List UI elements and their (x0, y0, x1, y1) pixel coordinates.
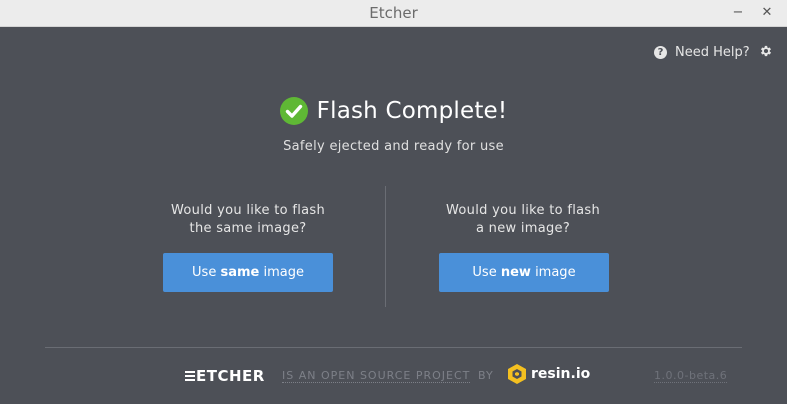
minimize-icon: − (732, 5, 744, 20)
gear-icon[interactable] (759, 43, 773, 59)
footer-by-text: BY (478, 369, 494, 382)
same-button-suffix: image (259, 265, 304, 280)
same-button-prefix: Use (192, 265, 221, 280)
check-circle-icon (279, 97, 308, 125)
new-question-line2: a new image? (475, 221, 571, 236)
new-button-prefix: Use (472, 265, 501, 280)
use-new-image-button[interactable]: Use new image (439, 253, 609, 292)
need-help-link[interactable]: ? Need Help? (654, 44, 750, 60)
etcher-window: Etcher − ✕ ? Need Help? Flash Complete! … (0, 0, 787, 404)
new-button-suffix: image (530, 265, 576, 280)
new-button-emphasis: new (500, 265, 531, 280)
resin-cube-icon (508, 364, 526, 384)
footer-divider (45, 347, 742, 348)
open-source-link[interactable]: IS AN OPEN SOURCE PROJECT (282, 369, 471, 383)
minimize-button[interactable]: − (729, 4, 747, 22)
etcher-logo[interactable]: ETCHER (185, 367, 265, 385)
etcher-logo-lines-icon (185, 369, 195, 383)
same-question-line2: the same image? (189, 221, 307, 236)
column-divider (385, 186, 386, 307)
same-image-question: Would you like to flash the same image? (138, 202, 358, 238)
flash-complete-title: Flash Complete! (316, 98, 508, 124)
use-same-image-button[interactable]: Use same image (163, 253, 333, 292)
close-icon: ✕ (761, 5, 773, 20)
same-button-emphasis: same (220, 265, 260, 280)
etcher-logo-text: ETCHER (196, 367, 265, 385)
question-circle-icon: ? (654, 45, 667, 59)
close-button[interactable]: ✕ (758, 4, 776, 22)
same-question-line1: Would you like to flash (171, 203, 325, 218)
new-question-line1: Would you like to flash (446, 203, 600, 218)
flash-complete-heading: Flash Complete! (0, 97, 787, 125)
resin-logo[interactable]: resin.io (507, 363, 590, 385)
resin-logo-text: resin.io (531, 366, 591, 382)
version-label[interactable]: 1.0.0-beta.6 (654, 369, 728, 383)
status-subtitle: Safely ejected and ready for use (283, 139, 504, 154)
title-bar: Etcher − ✕ (0, 0, 787, 27)
window-title: Etcher (369, 4, 418, 22)
new-image-question: Would you like to flash a new image? (413, 202, 633, 238)
need-help-label: Need Help? (675, 44, 750, 60)
